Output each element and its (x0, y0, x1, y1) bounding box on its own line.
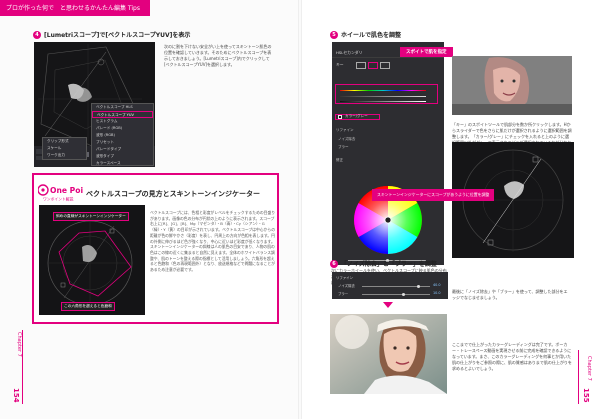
control-label[interactable]: ワーク出力 (43, 152, 86, 159)
eyedropper-plus-icon[interactable] (368, 62, 378, 69)
scope-controls: クリップ形式 スケール ワーク出力 (42, 137, 87, 160)
skin-mask-preview (452, 56, 572, 115)
noise-blur-panel: リファイン ノイズ除去 ブラー 40.0 10.0 (332, 272, 448, 299)
step-4-heading: 4 [Lumetriスコープ]で[ベクトルスコープYUV]を表示 (33, 30, 190, 39)
noise-reduction-label: ノイズ除去 (338, 284, 355, 288)
control-label[interactable]: スケール (43, 145, 86, 152)
menu-item[interactable]: ヒストグラム (92, 118, 153, 125)
blur-slider[interactable] (362, 294, 430, 295)
step-number: 5 (330, 30, 338, 39)
premiere-scope-screenshot: ベクトルスコープ HLS ベクトルスコープ YUV ヒストグラム パレード (R… (34, 42, 155, 167)
onepoint-title: ベクトルスコープの見方とスキントーンインジケーター (86, 190, 261, 198)
panel-label: 修正 (336, 158, 343, 162)
onepoint-logo-main: One Point (50, 186, 83, 195)
menu-item[interactable]: プリセット (92, 139, 153, 146)
menu-item-vector-scope-yuv[interactable]: ベクトルスコープ YUV (92, 111, 153, 118)
lumetri-panel-screenshot: HSLセカンダリ キー カラー/グレー リファイン ノイズ除去 ブラー 修正 (332, 42, 444, 265)
blur-value: 10.0 (433, 291, 441, 295)
eyedropper-minus-icon[interactable] (380, 62, 390, 69)
menu-item[interactable]: カラースペース (92, 160, 153, 167)
onepoint-body: ベクトルスコープには、色相と彩度がレベルをチェックするための目盛りがあります。画… (150, 210, 276, 273)
noise-slider-handle[interactable] (417, 284, 420, 288)
step-number: 6 (330, 259, 338, 268)
chapter-header-text: プロが作った何で と思わせるかんたん編集 Tips (6, 5, 140, 12)
book-spread: プロが作った何で と思わせるかんたん編集 Tips 4 [Lumetriスコープ… (0, 0, 600, 419)
blur-label: ブラー (338, 292, 349, 296)
page-number-right: 155 (582, 388, 590, 403)
control-label[interactable]: クリップ形式 (43, 138, 86, 145)
menu-item[interactable]: ベクトルスコープ HLS (92, 104, 153, 111)
final-portrait-image (330, 314, 447, 394)
step-4-body: 次のに割を下けない安全がい上を使ってスキントーン肌色の位置を確認していきます。そ… (164, 44, 272, 67)
color-gray-checkbox[interactable] (338, 115, 342, 119)
luminance-slider[interactable] (340, 101, 426, 102)
panel-label: HSLセカンダリ (336, 50, 363, 55)
menu-item[interactable]: パレード (RGB) (92, 125, 153, 132)
chapter-line-right (578, 350, 579, 404)
gutter-shadow (298, 0, 302, 419)
panel-label: ブラー (338, 145, 349, 149)
step-number: 4 (33, 30, 41, 39)
step-title: ホイールで肌色を調整 (341, 32, 402, 39)
blur-slider-handle[interactable] (402, 292, 405, 296)
eyedropper-icon[interactable] (356, 62, 366, 69)
step-6-body: 最後に「ノイズ除去」や「ブラー」を使って、調整した部分をエッジでなじませましょう… (452, 289, 568, 300)
step-6-heading: 6 「ノイズ除去」と「ブラー」を調整 (330, 259, 437, 268)
eyedropper-callout: スポイトで肌を指定 (400, 47, 453, 57)
final-portrait (330, 314, 447, 394)
chapter-header: プロが作った何で と思わせるかんたん編集 Tips (0, 0, 150, 16)
saturation-slider[interactable] (340, 96, 426, 97)
vectorscope-example: 斜めの直線がスキントーンインジケーター この六角形を超えると色飽和 (39, 205, 145, 315)
menu-item[interactable]: パレードタイプ (92, 146, 153, 153)
panel-label: キー (336, 62, 344, 67)
onepoint-logo-sub: ワンポイント解説 (43, 197, 74, 202)
wheel-adjust-callout: スキントーンインジケーターにスコープがあうように位置を調整 (372, 189, 495, 201)
onepoint-logo: One Point ワンポイント解説 (38, 184, 83, 202)
refine-label: リファイン (336, 276, 353, 280)
menu-item[interactable]: 波形タイプ (92, 153, 153, 160)
vectorscope-graphic (39, 205, 145, 315)
skin-tone-indicator-label: 斜めの直線がスキントーンインジケーター (53, 212, 129, 221)
hue-slider[interactable] (340, 90, 426, 91)
saturation-limit-label: この六角形を超えると色飽和 (61, 302, 115, 311)
onepoint-panel: One Point ワンポイント解説 ベクトルスコープの見方とスキントーンインジ… (32, 173, 279, 324)
result-arrow (383, 302, 393, 308)
panel-label: リファイン (336, 128, 354, 132)
menu-item[interactable]: 波形 (RGB) (92, 132, 153, 139)
panel-label: ノイズ除去 (338, 137, 356, 141)
final-body: ここまでで仕上がったカラーグレーディングは完了です。ボーカー・トレースペース動画… (452, 342, 572, 371)
chapter-label-right: Chapter 7 (586, 356, 592, 381)
page-number-left: 154 (12, 388, 20, 403)
color-gray-label: カラー/グレー (345, 114, 368, 118)
step-title: [Lumetriスコープ]で[ベクトルスコープYUV]を表示 (44, 32, 191, 39)
chapter-label-left: Chapter 7 (16, 332, 22, 357)
step-5-heading: 5 ホイールで肌色を調整 (330, 30, 401, 39)
scope-context-menu: ベクトルスコープ HLS ベクトルスコープ YUV ヒストグラム パレード (R… (91, 103, 154, 166)
noise-value: 40.0 (433, 283, 441, 287)
step-title: 「ノイズ除去」と「ブラー」を調整 (341, 261, 437, 268)
masked-portrait-image (452, 56, 572, 115)
chapter-line-left (22, 330, 23, 404)
